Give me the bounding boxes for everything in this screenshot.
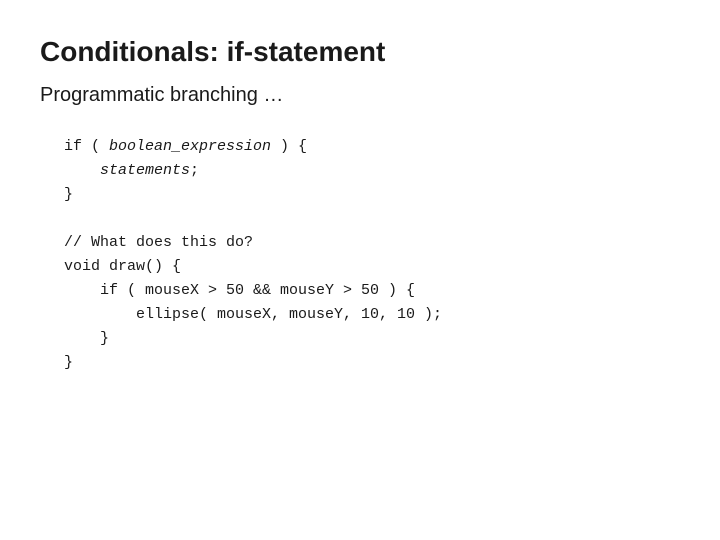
code-line-2-1: // What does this do? [64,231,680,255]
code-line-2-2: void draw() { [64,255,680,279]
code-line-2-6: } [64,351,680,375]
code-line-2-4: ellipse( mouseX, mouseY, 10, 10 ); [64,303,680,327]
code-block-1: if ( boolean_expression ) { statements; … [64,135,680,207]
subtitle: Programmatic branching … [40,84,680,107]
code-line-1-3: } [64,183,680,207]
code-line-1-1: if ( boolean_expression ) { [64,135,680,159]
code-block-2: // What does this do? void draw() { if (… [64,231,680,375]
code-line-2-5: } [64,327,680,351]
code-line-1-2: statements; [64,159,680,183]
code-line-2-3: if ( mouseX > 50 && mouseY > 50 ) { [64,279,680,303]
page-title: Conditionals: if-statement [40,36,680,68]
